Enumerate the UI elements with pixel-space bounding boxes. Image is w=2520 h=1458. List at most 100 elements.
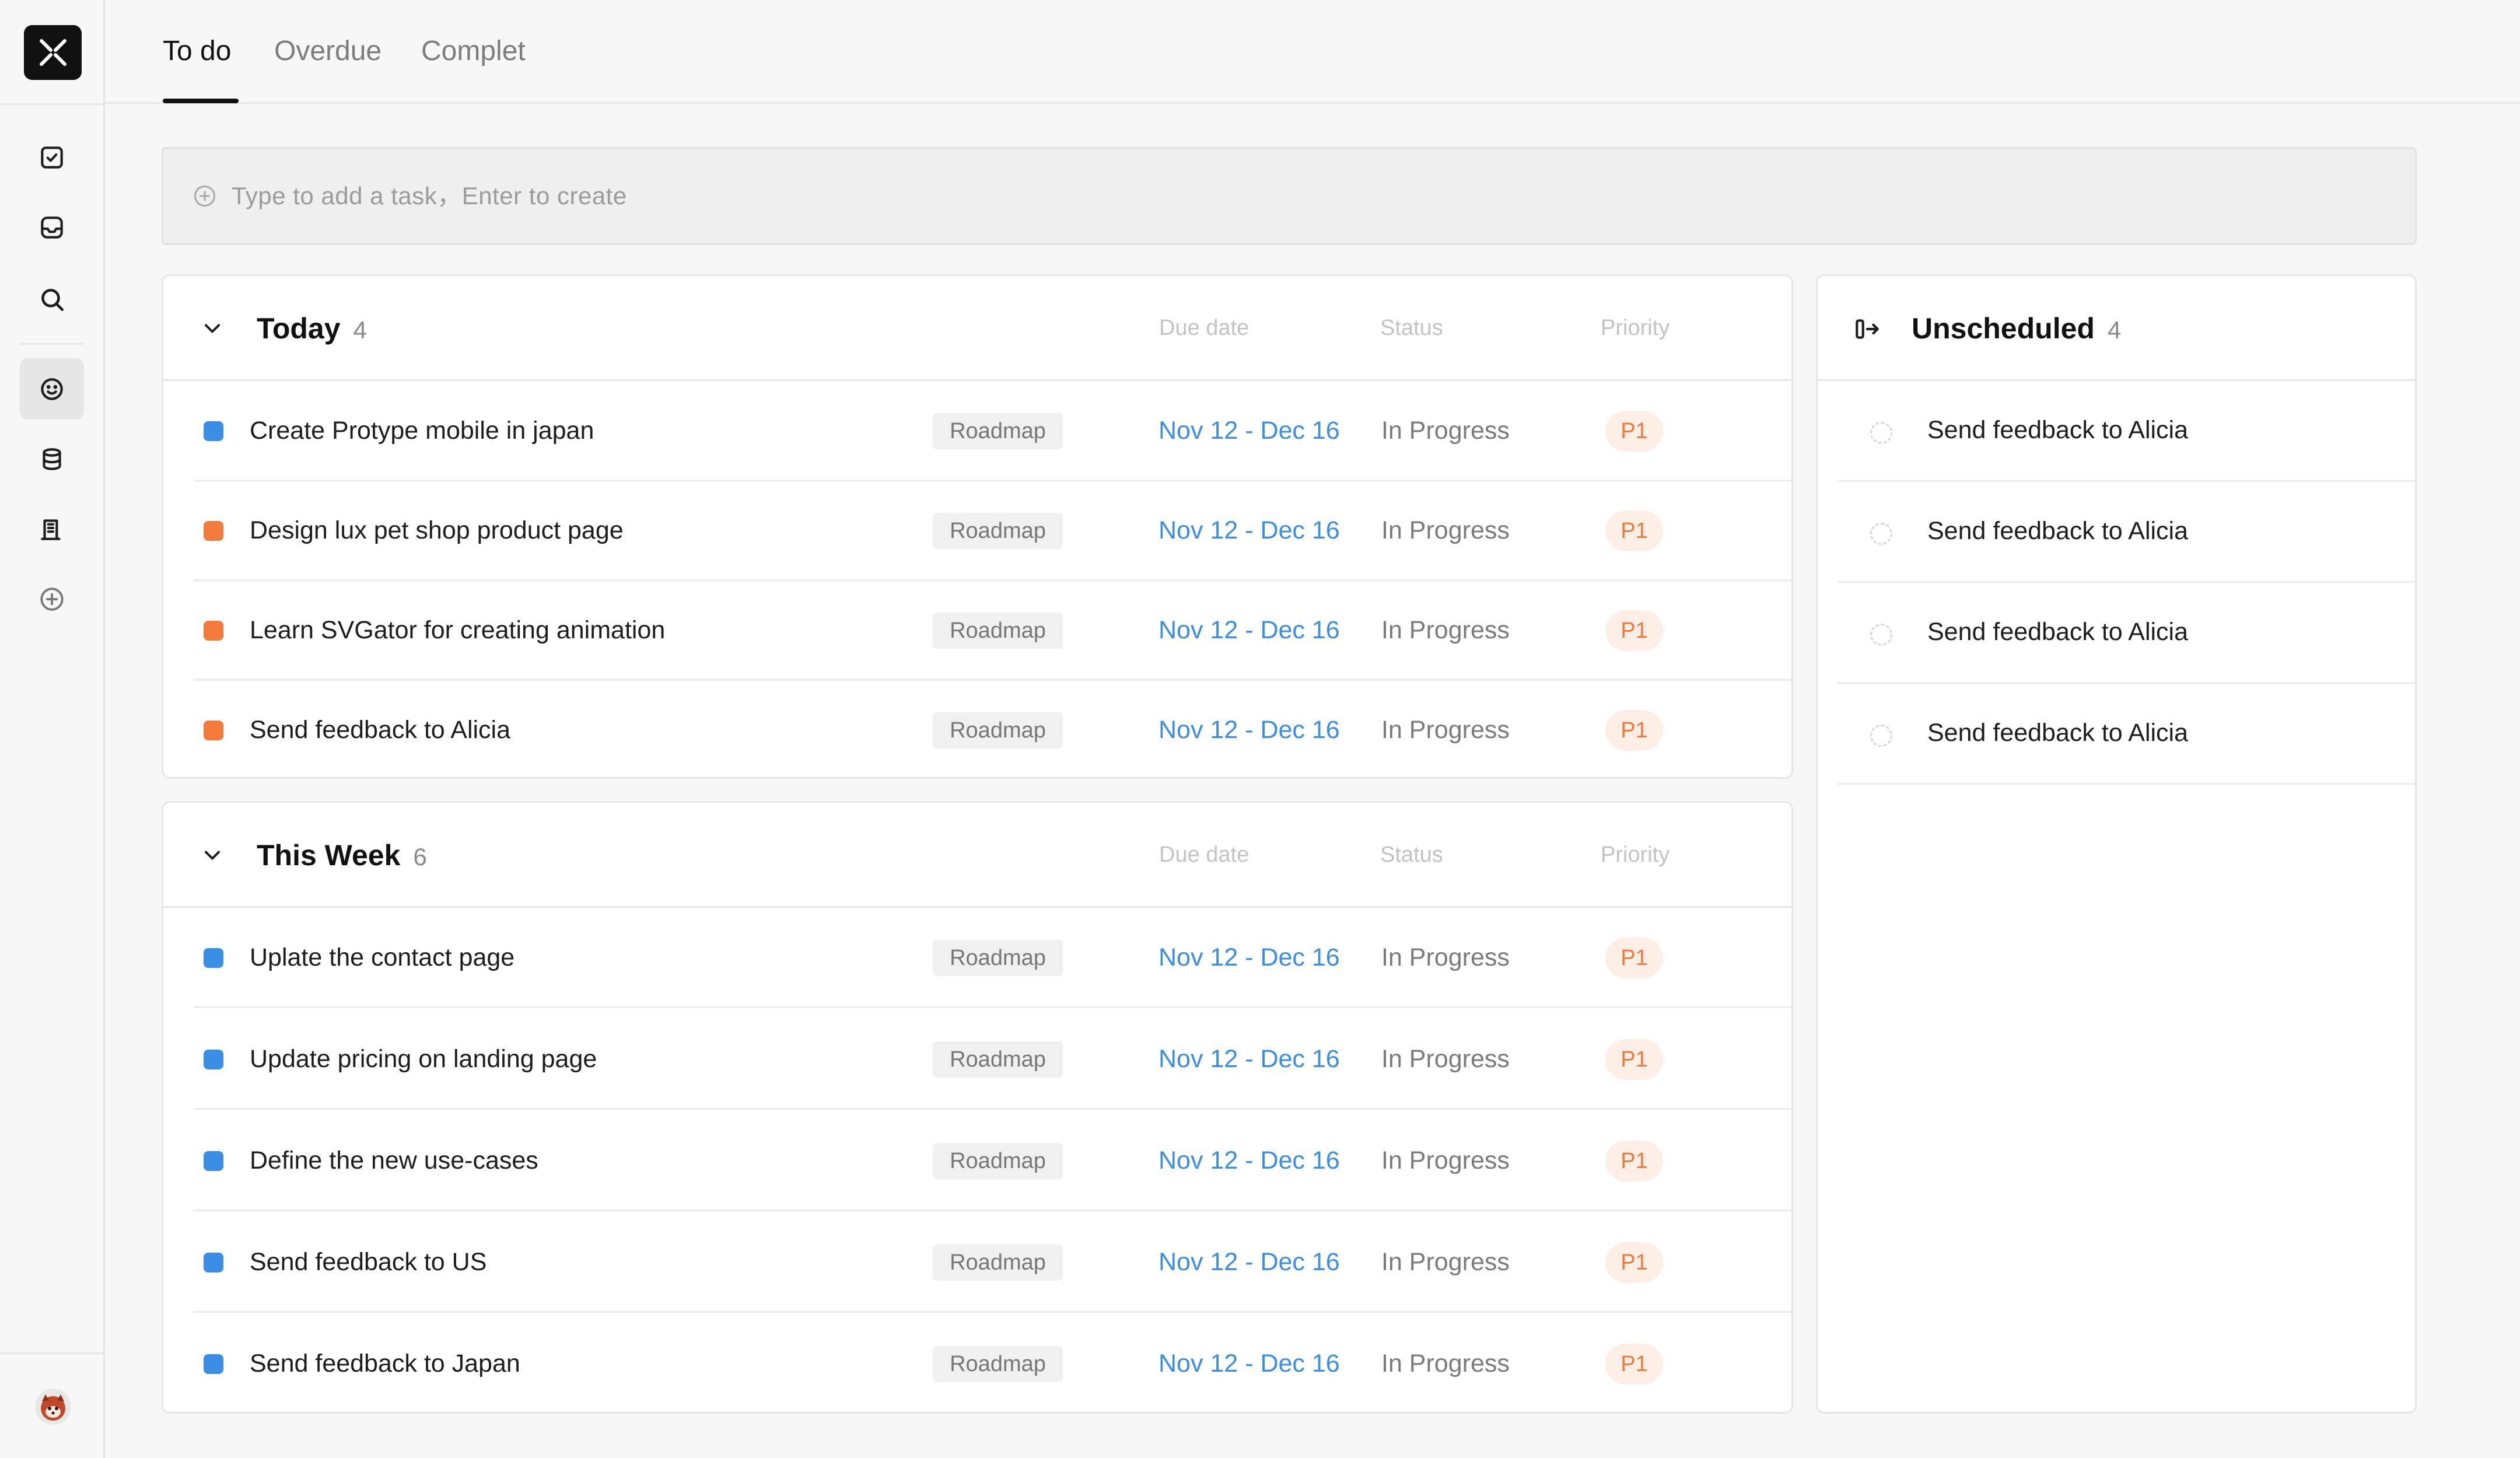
task-row[interactable]: Send feedback to US Roadmap Nov 12 - Dec…	[163, 1212, 1791, 1313]
task-row[interactable]: Design lux pet shop product page Roadmap…	[163, 481, 1791, 581]
task-row[interactable]: Define the new use-cases Roadmap Nov 12 …	[163, 1111, 1791, 1211]
sidebar-item-tasks[interactable]	[20, 127, 84, 188]
task-name: Send feedback to Alicia	[250, 716, 511, 744]
sidebar-item-personal[interactable]	[20, 358, 84, 419]
project-tag[interactable]: Roadmap	[933, 413, 1063, 449]
task-checkbox[interactable]	[1870, 624, 1892, 646]
task-name: Update pricing on landing page	[250, 1045, 597, 1073]
status-label[interactable]: In Progress	[1381, 1349, 1510, 1378]
top-tabs: To do Overdue Complet	[105, 0, 2520, 104]
tab-overdue[interactable]: Overdue	[274, 34, 382, 69]
priority-badge[interactable]: P1	[1605, 1039, 1663, 1080]
unscheduled-panel: Unscheduled 4 Send feedback to Alicia Sen…	[1816, 274, 2417, 1414]
priority-badge[interactable]: P1	[1605, 610, 1663, 651]
app-logo[interactable]	[24, 25, 82, 80]
task-name: Send feedback to Alicia	[1927, 719, 2189, 747]
task-row[interactable]: Create Protype mobile in japan Roadmap N…	[163, 381, 1791, 481]
project-tag[interactable]: Roadmap	[933, 712, 1063, 749]
priority-badge[interactable]: P1	[1605, 511, 1663, 551]
sidebar-item-add[interactable]	[20, 568, 84, 630]
database-icon	[43, 447, 61, 470]
due-date[interactable]: Nov 12 - Dec 16	[1158, 516, 1340, 545]
task-color-dot	[204, 948, 223, 968]
unscheduled-item[interactable]: Send feedback to Alicia	[1838, 381, 2415, 482]
status-label[interactable]: In Progress	[1381, 417, 1510, 445]
priority-badge[interactable]: P1	[1605, 1141, 1663, 1181]
status-label[interactable]: In Progress	[1381, 1045, 1510, 1074]
unscheduled-item[interactable]: Send feedback to Alicia	[1838, 482, 2415, 583]
task-color-dot	[204, 521, 223, 541]
status-label[interactable]: In Progress	[1381, 1146, 1510, 1175]
task-name: Design lux pet shop product page	[250, 516, 624, 544]
sidebar-item-inbox[interactable]	[20, 197, 84, 258]
avatar[interactable]	[35, 1389, 71, 1425]
project-tag[interactable]: Roadmap	[933, 613, 1063, 649]
add-task-bar[interactable]	[162, 147, 2417, 245]
column-header-due: Due date	[1159, 842, 1250, 867]
project-tag[interactable]: Roadmap	[933, 940, 1063, 976]
add-task-input[interactable]	[232, 182, 2415, 210]
sidebar-item-workspace[interactable]	[20, 498, 84, 560]
status-label[interactable]: In Progress	[1381, 516, 1510, 545]
priority-badge[interactable]: P1	[1605, 710, 1663, 751]
sidebar-item-database[interactable]	[20, 428, 84, 490]
status-label[interactable]: In Progress	[1381, 616, 1510, 645]
task-checkbox[interactable]	[1870, 523, 1892, 545]
logo-icon	[39, 39, 66, 66]
due-date[interactable]: Nov 12 - Dec 16	[1158, 616, 1340, 645]
due-date[interactable]: Nov 12 - Dec 16	[1158, 1349, 1340, 1378]
priority-badge[interactable]: P1	[1605, 938, 1663, 978]
unscheduled-item[interactable]: Send feedback to Alicia	[1838, 684, 2415, 785]
tab-todo[interactable]: To do	[163, 34, 231, 69]
chevron-down-icon[interactable]	[200, 842, 225, 868]
status-label[interactable]: In Progress	[1381, 716, 1510, 744]
column-header-priority: Priority	[1601, 316, 1670, 340]
sidebar-divider	[0, 103, 105, 105]
section-title: This Week 6	[257, 838, 427, 875]
due-date[interactable]: Nov 12 - Dec 16	[1158, 1248, 1340, 1277]
due-date[interactable]: Nov 12 - Dec 16	[1158, 1146, 1340, 1175]
priority-badge[interactable]: P1	[1605, 1242, 1663, 1283]
task-row[interactable]: Update pricing on landing page Roadmap N…	[163, 1009, 1791, 1110]
sidebar-divider	[20, 343, 84, 345]
task-checkbox[interactable]	[1870, 725, 1892, 747]
task-row[interactable]: Uplate the contact page Roadmap Nov 12 -…	[163, 908, 1791, 1008]
due-date[interactable]: Nov 12 - Dec 16	[1158, 716, 1340, 744]
priority-badge[interactable]: P1	[1605, 1344, 1663, 1384]
section-this-week: This Week 6 Due date Status Priority Upla…	[162, 801, 1793, 1414]
inbox-icon	[41, 216, 63, 239]
task-row[interactable]: Learn SVGator for creating animation Roa…	[163, 581, 1791, 681]
task-name: Send feedback to Japan	[250, 1349, 520, 1377]
row-divider	[1838, 783, 2415, 785]
status-label[interactable]: In Progress	[1381, 943, 1510, 972]
unscheduled-title: Unscheduled 4	[1912, 311, 2121, 348]
column-header-status: Status	[1380, 842, 1443, 867]
task-color-dot	[204, 1253, 223, 1272]
project-tag[interactable]: Roadmap	[933, 513, 1063, 549]
unscheduled-item[interactable]: Send feedback to Alicia	[1838, 583, 2415, 684]
task-name: Uplate the contact page	[250, 943, 515, 971]
task-row[interactable]: Send feedback to Alicia Roadmap Nov 12 -…	[163, 680, 1791, 777]
column-header-status: Status	[1380, 316, 1443, 340]
unscheduled-count: 4	[2107, 316, 2122, 344]
project-tag[interactable]: Roadmap	[933, 1346, 1063, 1382]
due-date[interactable]: Nov 12 - Dec 16	[1158, 1045, 1340, 1074]
project-tag[interactable]: Roadmap	[933, 1041, 1063, 1078]
due-date[interactable]: Nov 12 - Dec 16	[1158, 417, 1340, 445]
section-title: Today 4	[257, 311, 367, 348]
row-divider	[194, 1209, 1791, 1211]
status-label[interactable]: In Progress	[1381, 1248, 1510, 1277]
task-row[interactable]: Send feedback to Japan Roadmap Nov 12 - …	[163, 1314, 1791, 1412]
task-checkbox[interactable]	[1870, 422, 1892, 444]
plus-circle-icon	[194, 186, 215, 207]
project-tag[interactable]: Roadmap	[933, 1244, 1063, 1281]
chevron-down-icon[interactable]	[200, 316, 225, 341]
due-date[interactable]: Nov 12 - Dec 16	[1158, 943, 1340, 972]
task-name: Send feedback to Alicia	[1927, 618, 2189, 646]
project-tag[interactable]: Roadmap	[933, 1143, 1063, 1179]
tab-complete[interactable]: Complet	[421, 34, 526, 69]
priority-badge[interactable]: P1	[1605, 411, 1663, 452]
sidebar-item-search[interactable]	[20, 268, 84, 330]
task-color-dot	[204, 1050, 223, 1069]
task-color-dot	[204, 621, 223, 641]
